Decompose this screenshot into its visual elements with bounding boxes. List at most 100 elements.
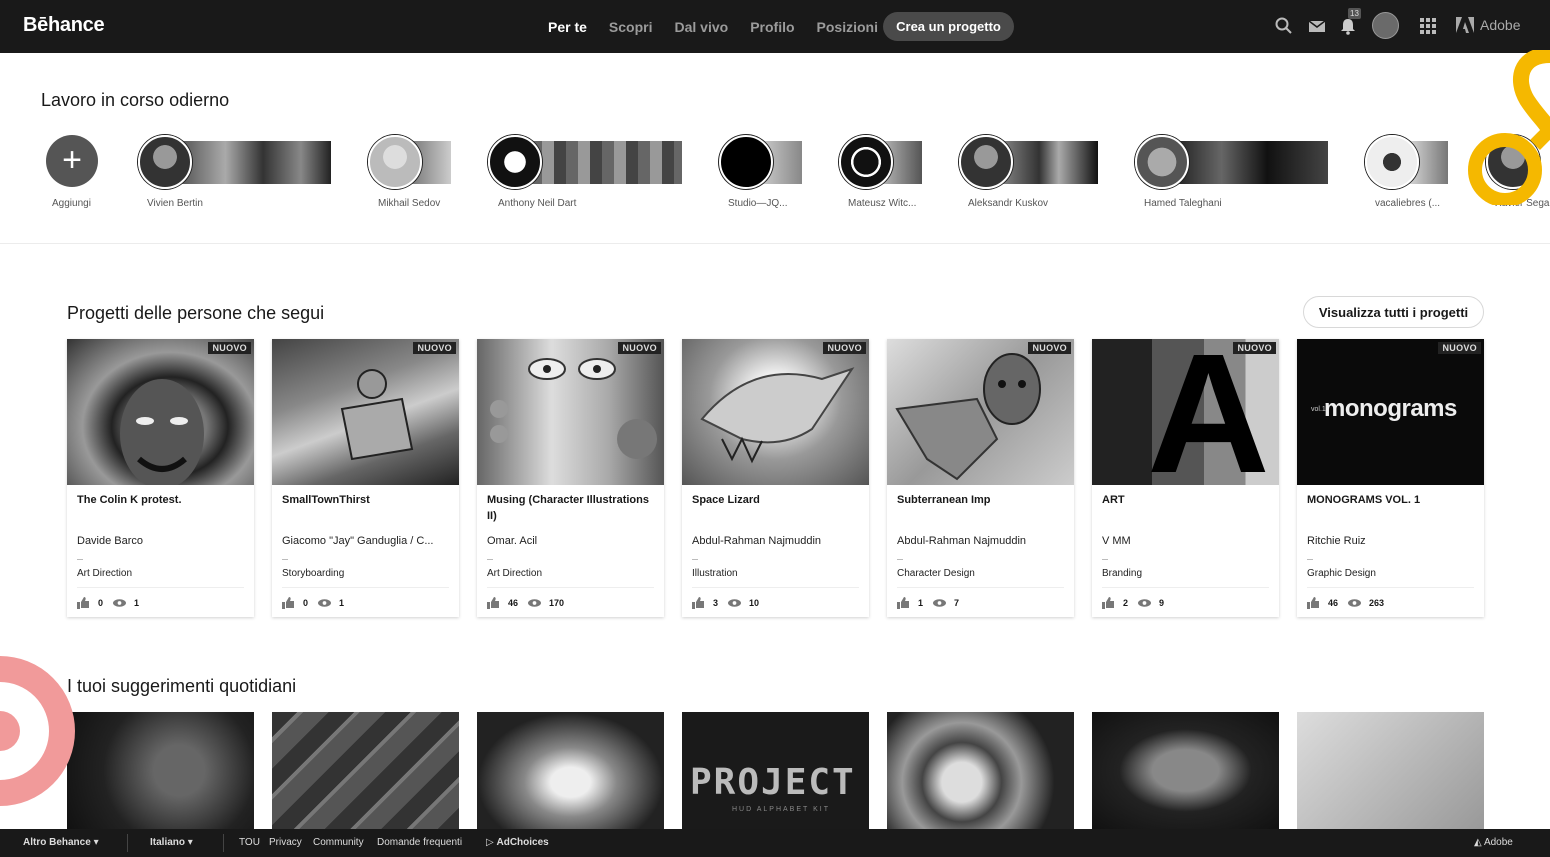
project-author[interactable]: V MM [1102,535,1272,547]
mail-icon[interactable] [1307,16,1327,36]
views-icon [933,599,947,607]
nav-profilo[interactable]: Profilo [750,19,794,35]
wip-avatar[interactable] [488,135,542,189]
more-behance-dropdown[interactable]: Altro Behance ▾ [23,837,99,848]
view-count: 170 [549,598,565,608]
behance-logo[interactable]: Bēhance [23,14,105,37]
suggestion-thumbnail[interactable] [67,712,254,829]
suggestion-thumbnail[interactable] [887,712,1074,829]
section-divider [0,243,1550,244]
project-author[interactable]: Omar. Acil [487,535,657,547]
top-nav-bar: Bēhance Per te Scopri Dal vivo Profilo P… [0,0,1550,53]
adchoices-label: AdChoices [496,837,549,848]
like-icon[interactable] [692,597,705,609]
project-thumbnail[interactable]: vol.1 monograms [1297,339,1484,485]
nav-dal-vivo[interactable]: Dal vivo [675,19,729,35]
adobe-link[interactable]: Adobe [1456,17,1520,33]
project-category[interactable]: Art Direction [487,568,542,579]
like-icon[interactable] [487,597,500,609]
project-category[interactable]: Graphic Design [1307,568,1376,579]
suggestion-thumbnail[interactable]: PROJECT HUD ALPHABET KIT [682,712,869,829]
project-title[interactable]: Subterranean Imp [897,492,1065,508]
like-count: 0 [303,598,309,608]
wip-row: + Aggiungi Vivien Bertin Mikhail Sedov A… [0,135,1550,215]
project-card[interactable]: NUOVO Space Lizard Abdul-Rahman Najmuddi… [682,339,869,617]
project-category[interactable]: Art Direction [77,568,132,579]
footer-link-community[interactable]: Community [313,837,364,848]
user-avatar[interactable] [1372,12,1399,39]
project-card[interactable]: NUOVO Musing (Character Illustrations II… [477,339,664,617]
add-wip-button[interactable]: + [46,135,98,187]
adchoices-link[interactable]: ▷ AdChoices [486,837,549,848]
create-project-button[interactable]: Crea un progetto [883,12,1014,41]
new-badge: NUOVO [1233,342,1276,354]
wip-avatar[interactable] [959,135,1013,189]
suggestion-thumbnail[interactable] [272,712,459,829]
footer-link-privacy[interactable]: Privacy [269,837,302,848]
project-card[interactable]: NUOVO Subterranean Imp Abdul-Rahman Najm… [887,339,1074,617]
wip-avatar[interactable] [1365,135,1419,189]
project-title[interactable]: SmallTownThirst [282,492,450,508]
view-all-projects-button[interactable]: Visualizza tutti i progetti [1303,296,1484,328]
project-category[interactable]: Illustration [692,568,738,579]
nav-per-te[interactable]: Per te [548,19,587,35]
footer-link-faq[interactable]: Domande frequenti [377,837,462,848]
project-title[interactable]: The Colin K protest. [77,492,245,508]
wip-name: Mateusz Witc... [848,198,917,209]
footer-link-tou[interactable]: TOU [239,837,260,848]
project-author[interactable]: Davide Barco [77,535,247,547]
search-icon[interactable] [1274,16,1294,36]
new-badge: NUOVO [208,342,251,354]
project-thumbnail[interactable] [272,339,459,485]
language-dropdown[interactable]: Italiano ▾ [150,837,193,848]
like-icon[interactable] [282,597,295,609]
wip-avatar[interactable] [368,135,422,189]
apps-grid-icon[interactable] [1418,16,1438,36]
project-title[interactable]: Musing (Character Illustrations II) [487,492,655,524]
card-separator [692,587,859,588]
footer-bar: Altro Behance ▾ Italiano ▾ TOU Privacy C… [0,829,1550,857]
project-stats: 0 1 [282,597,354,609]
wip-avatar[interactable] [138,135,192,189]
wip-name: Vivien Bertin [147,198,203,209]
like-icon[interactable] [1307,597,1320,609]
project-thumbnail[interactable] [477,339,664,485]
view-count: 1 [339,598,345,608]
wip-avatar[interactable] [1135,135,1189,189]
bell-icon[interactable] [1338,16,1358,36]
suggestion-thumbnail[interactable] [1297,712,1484,829]
project-category[interactable]: Character Design [897,568,975,579]
wip-avatar[interactable] [839,135,893,189]
project-author[interactable]: Giacomo "Jay" Ganduglia / C... [282,535,452,547]
project-thumbnail[interactable] [67,339,254,485]
project-card[interactable]: NUOVO The Colin K protest. Davide Barco … [67,339,254,617]
project-title[interactable]: Space Lizard [692,492,860,508]
like-icon[interactable] [77,597,90,609]
project-card[interactable]: A NUOVO ART V MM Branding 2 9 [1092,339,1279,617]
wip-name: vacaliebres (... [1375,198,1441,209]
project-card[interactable]: NUOVO SmallTownThirst Giacomo "Jay" Gand… [272,339,459,617]
project-author[interactable]: Abdul-Rahman Najmuddin [897,535,1067,547]
project-author[interactable]: Abdul-Rahman Najmuddin [692,535,862,547]
project-stats: 46 263 [1307,597,1394,609]
nav-posizioni[interactable]: Posizioni [817,19,878,35]
project-hud-sub: HUD ALPHABET KIT [732,806,831,813]
project-title[interactable]: ART [1102,492,1270,508]
suggestion-thumbnail[interactable] [1092,712,1279,829]
project-thumbnail[interactable] [887,339,1074,485]
project-title[interactable]: MONOGRAMS VOL. 1 [1307,492,1475,508]
like-icon[interactable] [1102,597,1115,609]
suggestion-thumbnail[interactable] [477,712,664,829]
project-category[interactable]: Storyboarding [282,568,344,579]
project-thumbnail[interactable] [682,339,869,485]
project-category[interactable]: Branding [1102,568,1142,579]
like-icon[interactable] [897,597,910,609]
wip-avatar[interactable] [719,135,773,189]
card-dash [897,559,903,560]
nav-scopri[interactable]: Scopri [609,19,653,35]
project-thumbnail[interactable]: A [1092,339,1279,485]
views-icon [1138,599,1152,607]
project-card[interactable]: vol.1 monograms NUOVO MONOGRAMS VOL. 1 R… [1297,339,1484,617]
footer-adobe-link[interactable]: ◭ Adobe [1474,837,1513,848]
project-author[interactable]: Ritchie Ruiz [1307,535,1477,547]
